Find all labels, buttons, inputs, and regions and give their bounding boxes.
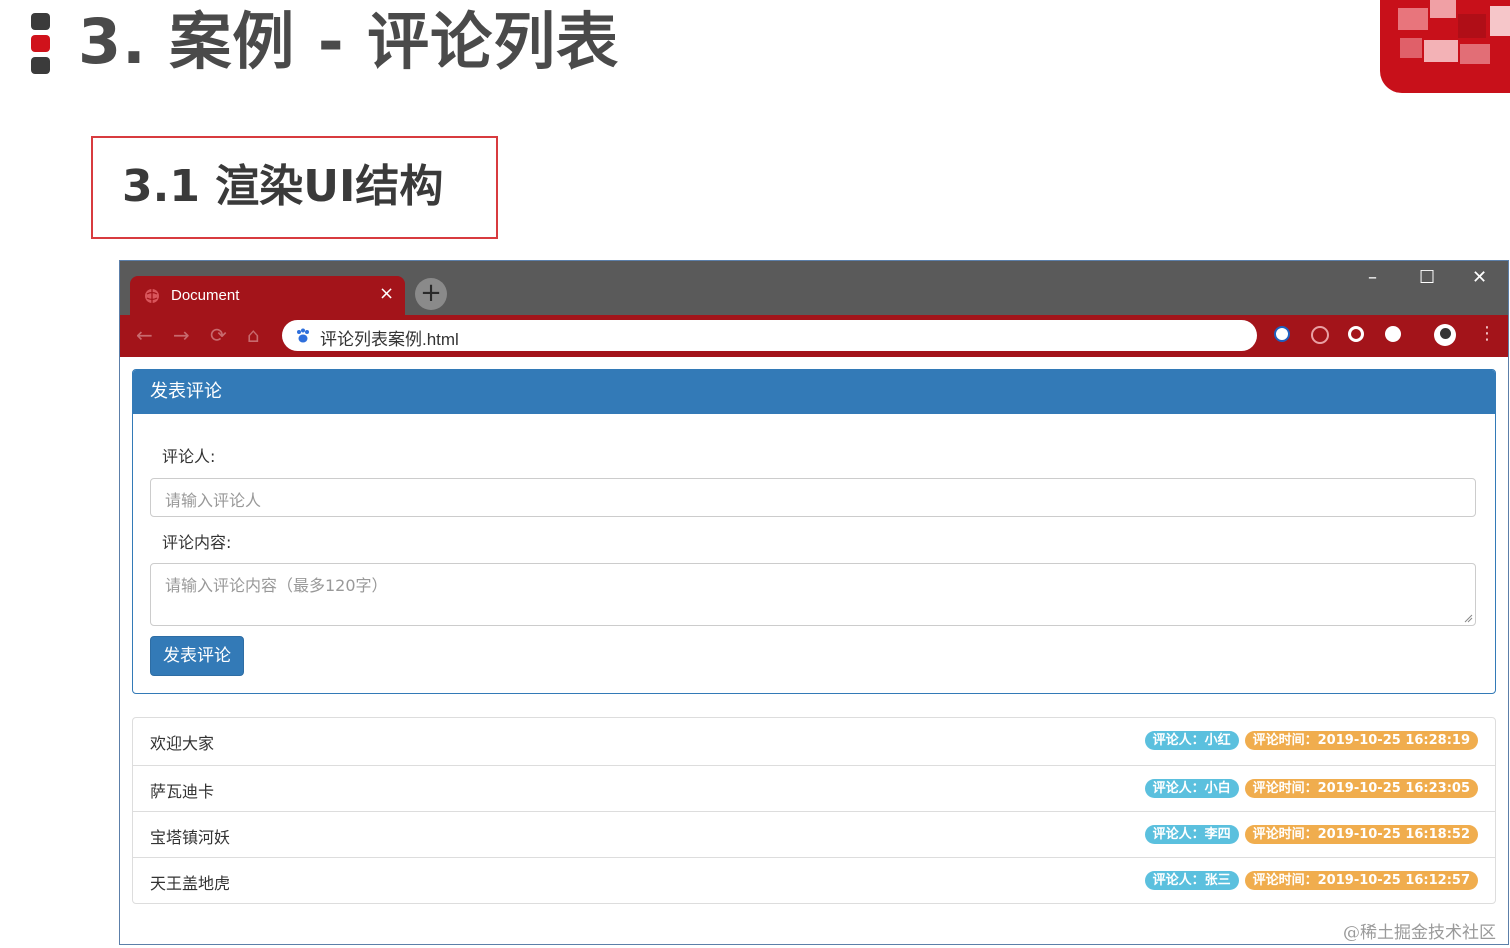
tab-title: Document [171,287,240,304]
list-item: 萨瓦迪卡 评论人：小白 评论时间：2019-10-25 16:23:05 [133,765,1495,811]
comment-content: 天王盖地虎 [150,874,231,893]
comment-content: 宝塔镇河妖 [150,828,231,847]
close-window-icon[interactable]: ✕ [1472,267,1487,288]
commenter-badge: 评论人：小白 [1144,779,1239,798]
tab-close-icon[interactable]: × [379,284,394,304]
extension-icon[interactable] [1311,326,1329,344]
brand-logo [1380,0,1510,93]
subsection-title: 3.1 渲染UI结构 [122,161,444,212]
reload-icon[interactable]: ⟳ [210,324,227,346]
time-badge: 评论时间：2019-10-25 16:28:19 [1244,731,1478,750]
commenter-input[interactable]: 请输入评论人 [150,478,1476,517]
time-badge: 评论时间：2019-10-25 16:23:05 [1244,779,1478,798]
globe-icon [145,289,159,303]
extension-icon[interactable] [1348,326,1364,342]
slide-title: 3. 案例 - 评论列表 [78,5,620,78]
back-icon[interactable]: ← [136,324,153,346]
forward-icon[interactable]: → [173,324,190,346]
list-item: 宝塔镇河妖 评论人：李四 评论时间：2019-10-25 16:18:52 [133,811,1495,857]
slide-bullet-icon [31,13,50,79]
commenter-badge: 评论人：张三 [1144,871,1239,890]
content-textarea[interactable]: 请输入评论内容（最多120字） [150,563,1476,626]
comment-list: 欢迎大家 评论人：小红 评论时间：2019-10-25 16:28:19 萨瓦迪… [132,717,1496,904]
submit-comment-button[interactable]: 发表评论 [150,636,244,676]
browser-titlebar: Document × + – ☐ ✕ [120,261,1508,316]
page-viewport: 发表评论 评论人: 请输入评论人 评论内容: 请输入评论内容（最多120字） 发… [120,357,1508,944]
comment-content: 欢迎大家 [150,734,215,753]
list-item: 欢迎大家 评论人：小红 评论时间：2019-10-25 16:28:19 [133,718,1495,765]
subsection-title-box: 3.1 渲染UI结构 [91,136,498,239]
minimize-icon[interactable]: – [1368,267,1377,288]
list-item: 天王盖地虎 评论人：张三 评论时间：2019-10-25 16:12:57 [133,857,1495,903]
commenter-placeholder: 请输入评论人 [165,491,262,510]
browser-toolbar: ← → ⟳ ⌂ 评论列表案例.html ⋮ [120,315,1508,357]
commenter-badge: 评论人：李四 [1144,825,1239,844]
extension-icon[interactable] [1385,326,1401,342]
address-url: 评论列表案例.html [320,330,459,349]
home-icon[interactable]: ⌂ [247,324,260,346]
profile-icon[interactable] [1434,324,1456,346]
time-badge: 评论时间：2019-10-25 16:18:52 [1244,825,1478,844]
commenter-label: 评论人: [162,447,216,466]
new-tab-button[interactable]: + [415,278,447,310]
watermark: @稀土掘金技术社区 [1343,923,1496,943]
resize-grip-icon[interactable] [1463,613,1473,623]
browser-tab[interactable]: Document × [130,276,405,316]
content-placeholder: 请输入评论内容（最多120字） [165,576,388,595]
content-label: 评论内容: [162,533,232,552]
time-badge: 评论时间：2019-10-25 16:12:57 [1244,871,1478,890]
browser-window: Document × + – ☐ ✕ ← → ⟳ ⌂ 评论列表案例.html ⋮… [119,260,1509,945]
comment-content: 萨瓦迪卡 [150,782,215,801]
panel-heading: 发表评论 [133,370,1495,414]
comment-form-panel: 发表评论 评论人: 请输入评论人 评论内容: 请输入评论内容（最多120字） 发… [132,369,1496,694]
address-bar[interactable]: 评论列表案例.html [282,320,1257,351]
maximize-icon[interactable]: ☐ [1419,267,1435,288]
paw-icon [297,328,309,343]
extension-icon[interactable] [1274,326,1290,342]
kebab-menu-icon[interactable]: ⋮ [1478,323,1496,345]
commenter-badge: 评论人：小红 [1144,731,1239,750]
